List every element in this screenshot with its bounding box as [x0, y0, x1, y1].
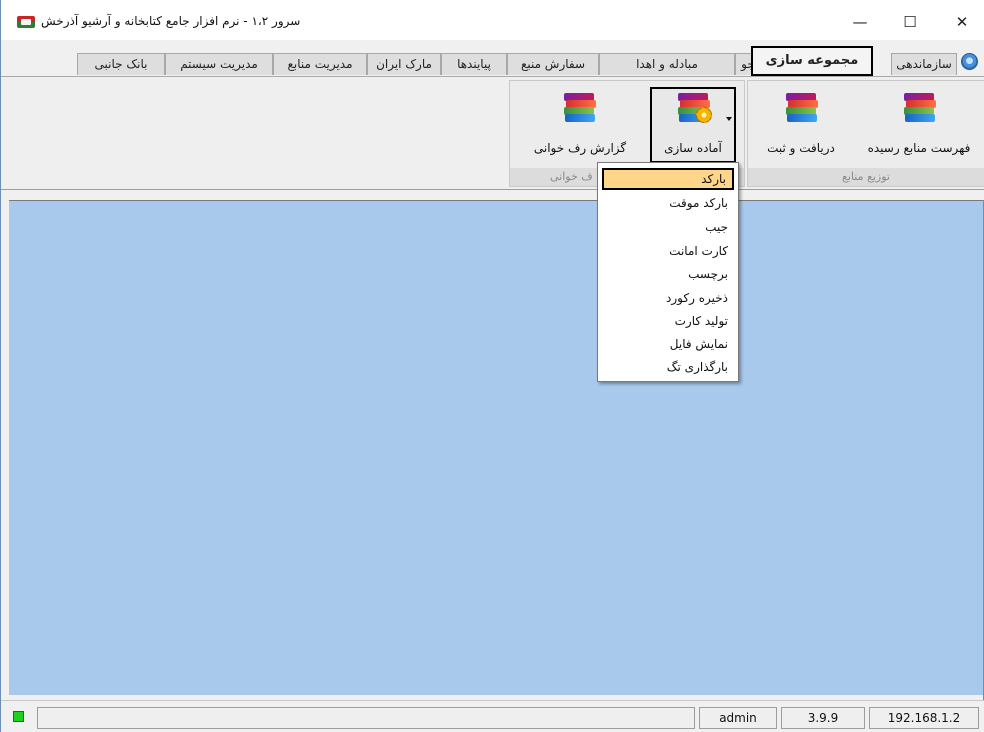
tab-serials[interactable]: پیایندها: [441, 53, 507, 75]
ribbon-group-caption: توزیع منابع: [748, 168, 984, 186]
shelf-reading-report-button[interactable]: گزارش رف خوانی: [518, 89, 642, 159]
connection-status-icon: [13, 711, 24, 722]
menu-item-generate-card[interactable]: تولید کارت: [602, 310, 734, 332]
ribbon-tab-strip: سازماندهی مجموعه سازی جستجو مبادله و اهد…: [1, 40, 984, 77]
received-resources-list-button[interactable]: فهرست منابع رسیده: [854, 89, 984, 159]
books-icon: [564, 93, 596, 122]
preparation-label: آماده سازی: [664, 141, 722, 155]
menu-item-loan-card[interactable]: کارت امانت: [602, 240, 734, 262]
tab-system-management[interactable]: مدیریت سیستم: [165, 53, 273, 75]
close-button[interactable]: ✕: [939, 8, 984, 36]
title-bar: سرور ۱،۲ - نرم افزار جامع کتابخانه و آرش…: [1, 0, 984, 40]
receive-register-button[interactable]: دریافت و ثبت: [756, 89, 846, 159]
tab-resource-order[interactable]: سفارش منبع: [507, 53, 599, 75]
workspace-area[interactable]: [9, 200, 983, 695]
tab-resource-management[interactable]: مدیریت منابع: [273, 53, 367, 75]
shelf-reading-report-label: گزارش رف خوانی: [533, 141, 627, 155]
home-globe-icon[interactable]: [961, 53, 978, 70]
receive-register-label: دریافت و ثبت: [767, 141, 835, 155]
tab-cataloging[interactable]: سازماندهی: [891, 53, 957, 75]
app-logo-icon: [17, 16, 35, 28]
tab-collection-development[interactable]: مجموعه سازی: [751, 46, 873, 76]
chevron-down-icon[interactable]: [726, 117, 732, 121]
status-version: 3.9.9: [781, 707, 865, 729]
tab-exchange-donation[interactable]: مبادله و اهدا: [599, 53, 735, 75]
status-bar: admin 3.9.9 192.168.1.2: [1, 700, 984, 732]
ribbon-group-distribution: فهرست منابع رسیده دریافت و ثبت توزیع منا…: [747, 80, 984, 187]
status-message-panel: [37, 707, 695, 729]
menu-item-barcode[interactable]: بارکد: [602, 168, 734, 190]
workspace-frame: [1, 190, 984, 200]
status-ip-address: 192.168.1.2: [869, 707, 979, 729]
menu-item-temporary-barcode[interactable]: بارکد موقت: [602, 192, 734, 214]
menu-item-pocket[interactable]: جیب: [602, 216, 734, 238]
gear-icon: [696, 107, 712, 123]
books-icon: [786, 93, 818, 122]
maximize-button[interactable]: ☐: [887, 8, 933, 36]
books-icon: [904, 93, 936, 122]
received-resources-list-label: فهرست منابع رسیده: [867, 141, 971, 155]
menu-item-upload-tag[interactable]: بارگذاری تگ: [602, 356, 734, 378]
status-user: admin: [699, 707, 777, 729]
menu-item-save-record[interactable]: ذخیره رکورد: [602, 287, 734, 309]
menu-item-show-file[interactable]: نمایش فایل: [602, 333, 734, 355]
preparation-button[interactable]: آماده سازی: [650, 87, 736, 163]
ribbon-panel: فهرست منابع رسیده دریافت و ثبت توزیع منا…: [1, 77, 984, 190]
window-title: سرور ۱،۲ - نرم افزار جامع کتابخانه و آرش…: [41, 14, 301, 28]
preparation-dropdown-menu: بارکد بارکد موقت جیب کارت امانت برچسب ذخ…: [597, 162, 739, 382]
tab-side-bank[interactable]: بانک جانبی: [77, 53, 165, 75]
tab-iran-marc[interactable]: مارک ایران: [367, 53, 441, 75]
menu-item-label[interactable]: برچسب: [602, 263, 734, 285]
minimize-button[interactable]: —: [837, 8, 883, 36]
main-window: سرور ۱،۲ - نرم افزار جامع کتابخانه و آرش…: [0, 0, 984, 732]
